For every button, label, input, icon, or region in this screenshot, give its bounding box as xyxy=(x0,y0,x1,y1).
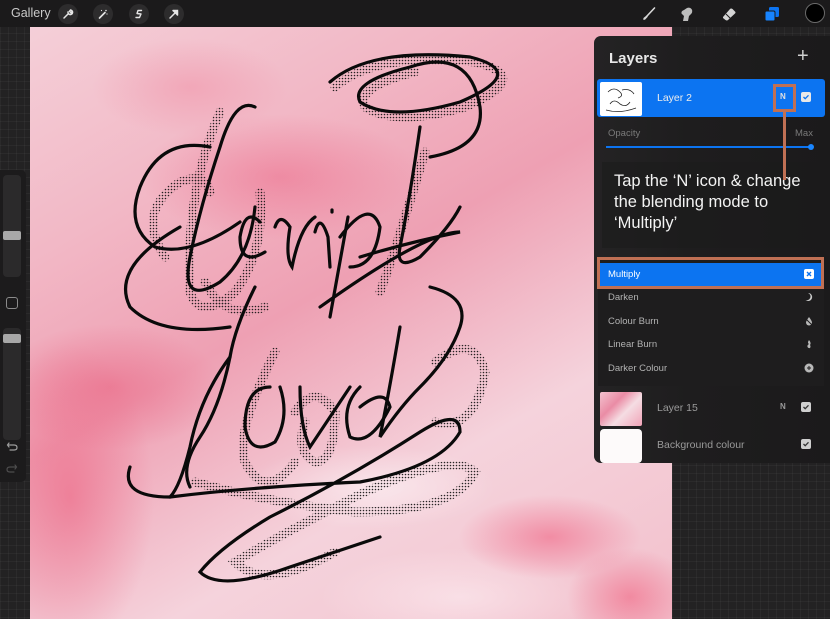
arrow-cursor-icon xyxy=(169,9,179,19)
layer-row-background-colour[interactable]: Background colour xyxy=(597,426,825,464)
blend-mode-label: Colour Burn xyxy=(608,316,659,327)
brush-size-thumb[interactable] xyxy=(3,231,21,240)
brush-button[interactable] xyxy=(638,3,660,25)
blend-mode-button[interactable]: N xyxy=(780,402,786,411)
layer-name: Layer 2 xyxy=(657,92,693,104)
layer-name: Background colour xyxy=(657,439,745,451)
layer-row-layer-15[interactable]: Layer 15 N xyxy=(597,389,825,427)
layer-visibility-checkbox[interactable] xyxy=(801,402,811,412)
blend-mode-colour-burn[interactable]: Colour Burn xyxy=(598,310,824,333)
blend-mode-linear-burn[interactable]: Linear Burn xyxy=(598,333,824,356)
layers-panel: Layers + Layer 2 N Opacity Max Tap the ‘… xyxy=(594,36,830,463)
layer-visibility-checkbox[interactable] xyxy=(801,92,811,102)
layer-thumbnail xyxy=(600,82,642,116)
opacity-slider-knob[interactable] xyxy=(808,144,814,150)
left-sidebar xyxy=(0,170,26,482)
moon-icon xyxy=(803,291,815,303)
blend-mode-multiply[interactable]: Multiply xyxy=(598,263,824,286)
top-toolbar: Gallery xyxy=(0,0,830,27)
wrench-icon xyxy=(63,9,74,19)
gallery-button[interactable]: Gallery xyxy=(11,6,51,20)
opacity-max-label: Max xyxy=(795,128,813,139)
eraser-icon xyxy=(723,8,736,21)
actions-button[interactable] xyxy=(58,4,78,24)
modify-button[interactable] xyxy=(6,297,18,309)
brush-opacity-slider[interactable] xyxy=(3,328,21,440)
transform-button[interactable] xyxy=(164,4,184,24)
blend-mode-label: Darker Colour xyxy=(608,363,668,374)
layer-thumbnail xyxy=(600,392,642,426)
eraser-button[interactable] xyxy=(718,3,740,25)
brush-opacity-thumb[interactable] xyxy=(3,334,21,343)
blend-mode-label: Linear Burn xyxy=(608,339,658,350)
drawing-canvas[interactable] xyxy=(30,27,672,619)
add-layer-button[interactable]: + xyxy=(797,46,809,66)
checkmark-icon xyxy=(803,94,809,100)
plus-circle-icon xyxy=(803,362,815,374)
color-picker-button[interactable] xyxy=(805,3,825,23)
redo-icon xyxy=(6,464,18,473)
smudge-button[interactable] xyxy=(676,3,698,25)
opacity-slider[interactable] xyxy=(606,144,814,150)
layer-row-layer-2[interactable]: Layer 2 N xyxy=(597,79,825,117)
undo-button[interactable] xyxy=(5,440,19,454)
layers-button[interactable] xyxy=(761,3,783,25)
blend-mode-button[interactable]: N xyxy=(780,92,786,101)
opacity-label: Opacity xyxy=(608,128,641,139)
script-lover-artwork xyxy=(124,53,508,583)
brush-icon xyxy=(643,7,656,20)
checkmark-icon xyxy=(803,404,809,410)
layer-thumbnail xyxy=(600,429,642,463)
adjustments-button[interactable] xyxy=(93,4,113,24)
blend-mode-label: Multiply xyxy=(608,269,641,280)
blend-mode-list: Multiply Darken Colour Burn Linear Burn … xyxy=(598,259,824,386)
layers-panel-title: Layers xyxy=(609,50,658,67)
annotation-text: Tap the ‘N’ icon & change the blending m… xyxy=(614,172,801,232)
blend-mode-label: Darken xyxy=(608,292,639,303)
multiply-x-icon xyxy=(804,269,814,279)
undo-icon xyxy=(6,442,18,451)
blend-mode-darker-colour[interactable]: Darker Colour xyxy=(598,357,824,380)
layers-icon xyxy=(764,7,779,22)
magic-wand-icon xyxy=(98,9,108,19)
redo-button[interactable] xyxy=(5,462,19,476)
selection-s-icon xyxy=(135,9,143,19)
flame-icon xyxy=(803,338,815,350)
checkmark-icon xyxy=(803,441,809,447)
selection-button[interactable] xyxy=(129,4,149,24)
burn-drop-icon xyxy=(803,315,815,327)
smudge-finger-icon xyxy=(681,7,693,21)
layer-visibility-checkbox[interactable] xyxy=(801,439,811,449)
brush-size-slider[interactable] xyxy=(3,175,21,277)
blend-mode-darken[interactable]: Darken xyxy=(598,286,824,309)
layer-name: Layer 15 xyxy=(657,402,698,414)
